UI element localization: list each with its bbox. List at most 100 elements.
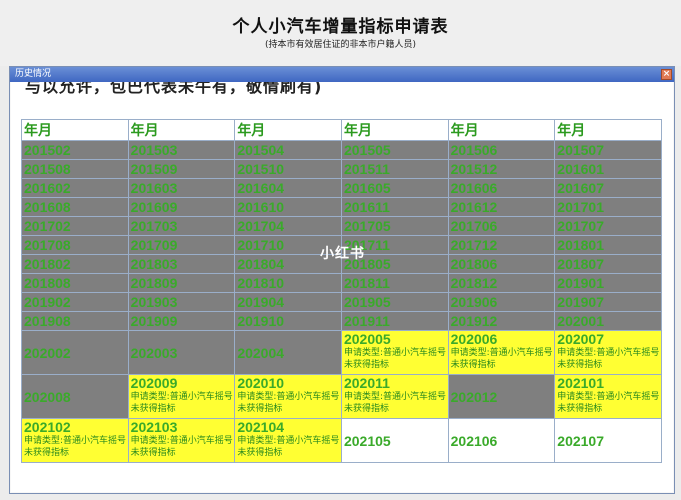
month-cell: 201702 xyxy=(21,216,129,236)
month-cell: 201802 xyxy=(21,254,129,274)
month-cell: 201607 xyxy=(554,178,662,198)
application-type: 申请类型:普通小汽车摇号 xyxy=(24,436,127,446)
month-label: 202106 xyxy=(450,432,498,449)
month-cell: 202012 xyxy=(447,374,556,419)
application-type: 申请类型:普通小汽车摇号 xyxy=(343,392,447,402)
table-row: 201702 201703 201704 201705 201706 201707 xyxy=(21,216,662,236)
month-cell: 202010 申请类型:普通小汽车摇号 未获得指标 xyxy=(234,374,342,419)
month-label: 202102 xyxy=(24,419,71,436)
month-label: 202009 xyxy=(130,375,178,392)
month-cell: 201605 xyxy=(340,178,449,198)
table-row: 201902 201903 201904 201905 201906 201907 xyxy=(21,292,662,312)
month-cell: 202104 申请类型:普通小汽车摇号 未获得指标 xyxy=(234,418,342,463)
month-cell: 201907 xyxy=(554,292,662,312)
application-type: 申请类型:普通小汽车摇号 xyxy=(237,436,340,446)
month-cell: 201510 xyxy=(234,159,342,179)
table-row: 201808 201809 201810 201811 201812 201901 xyxy=(21,273,662,293)
month-cell: 202001 xyxy=(554,311,662,331)
month-cell: 202008 xyxy=(21,374,129,419)
column-header: 年月 xyxy=(21,119,129,141)
month-cell: 201606 xyxy=(447,178,556,198)
month-cell: 201502 xyxy=(21,140,129,160)
month-cell: 201906 xyxy=(447,292,556,312)
month-cell: 202006 申请类型:普通小汽车摇号 未获得指标 xyxy=(447,330,556,375)
month-label: 202010 xyxy=(237,375,285,392)
month-label: 202008 xyxy=(24,388,71,405)
month-cell: 201911 xyxy=(340,311,449,331)
page-title: 个人小汽车增量指标申请表 xyxy=(232,17,449,37)
month-cell: 202004 xyxy=(234,330,342,375)
column-header: 年月 xyxy=(127,119,236,141)
dialog-content: 与以允许，包巴代表未牛有，敬情刷有) 年月 年月 年月 年月 年月 年月 201502 201… xyxy=(11,82,673,492)
table-row: 202008 202009 申请类型:普通小汽车摇号 未获得指标 202010 申请类型:… xyxy=(21,374,662,419)
table-header-row: 年月 年月 年月 年月 年月 年月 xyxy=(21,119,662,141)
close-button[interactable]: × xyxy=(661,69,672,80)
month-cell: 201812 xyxy=(447,273,556,293)
document-header: 个人小汽车增量指标申请表 (持本市有效居住证的非本市户籍人员) xyxy=(0,0,681,66)
application-type: 申请类型:普通小汽车摇号 xyxy=(237,392,340,402)
result-status: 未获得指标 xyxy=(24,448,70,458)
month-label: 202002 xyxy=(24,344,71,361)
month-cell: 201610 xyxy=(234,197,342,217)
month-cell: 201506 xyxy=(447,140,556,160)
month-cell: 201709 xyxy=(127,235,236,255)
month-label: 202006 xyxy=(450,331,498,348)
month-cell: 202009 申请类型:普通小汽车摇号 未获得指标 xyxy=(127,374,236,419)
result-status: 未获得指标 xyxy=(237,448,283,458)
month-label: 202011 xyxy=(343,375,390,392)
table-row: 201908 201909 201910 201911 201912 202001 xyxy=(21,311,662,331)
month-cell: 202101 申请类型:普通小汽车摇号 未获得指标 xyxy=(554,374,662,419)
result-status: 未获得指标 xyxy=(130,404,176,414)
page-subtitle: (持本市有效居住证的非本市户籍人员) xyxy=(264,40,417,50)
month-cell: 201505 xyxy=(340,140,449,160)
month-cell: 201509 xyxy=(127,159,236,179)
month-cell: 201902 xyxy=(21,292,129,312)
month-cell: 201603 xyxy=(127,178,236,198)
month-cell: 201504 xyxy=(234,140,342,160)
result-status: 未获得指标 xyxy=(343,404,389,414)
month-cell: 202007 申请类型:普通小汽车摇号 未获得指标 xyxy=(554,330,662,375)
month-cell: 201910 xyxy=(234,311,342,331)
month-cell: 201701 xyxy=(554,197,662,217)
month-cell: 202107 xyxy=(554,418,662,463)
table-row: 202002 202003 202004 202005 申请类型:普通小汽车摇号 未获得指… xyxy=(21,330,662,375)
result-status: 未获得指标 xyxy=(450,360,496,370)
month-cell: 201712 xyxy=(447,235,556,255)
month-cell: 201601 xyxy=(554,159,662,179)
month-cell: 202003 xyxy=(127,330,236,375)
result-status: 未获得指标 xyxy=(557,404,603,414)
application-type: 申请类型:普通小汽车摇号 xyxy=(130,436,233,446)
result-status: 未获得指标 xyxy=(557,360,603,370)
table-row: 201602 201603 201604 201605 201606 201607 xyxy=(21,178,662,198)
month-cell: 202106 xyxy=(447,418,556,463)
month-cell: 201612 xyxy=(447,197,556,217)
application-type: 申请类型:普通小汽车摇号 xyxy=(557,348,660,358)
history-table: 年月 年月 年月 年月 年月 年月 201502 201503 201504 201505 2015… xyxy=(21,119,662,463)
month-label: 202101 xyxy=(557,375,604,392)
month-cell: 201905 xyxy=(340,292,449,312)
month-cell: 201704 xyxy=(234,216,342,236)
column-header: 年月 xyxy=(554,119,662,141)
result-status: 未获得指标 xyxy=(130,448,176,458)
close-icon: × xyxy=(662,69,671,79)
month-cell: 202005 申请类型:普通小汽车摇号 未获得指标 xyxy=(340,330,449,375)
month-label: 202104 xyxy=(237,419,285,436)
month-cell: 201807 xyxy=(554,254,662,274)
month-cell: 201604 xyxy=(234,178,342,198)
month-label: 202007 xyxy=(557,331,604,348)
dialog-title: 历史情况 xyxy=(15,69,52,79)
scrolled-notice-text: 与以允许，包巴代表未牛有，敬情刷有) xyxy=(25,82,323,96)
month-cell: 201803 xyxy=(127,254,236,274)
result-status: 未获得指标 xyxy=(237,404,283,414)
month-cell: 201909 xyxy=(127,311,236,331)
month-cell: 202102 申请类型:普通小汽车摇号 未获得指标 xyxy=(21,418,129,463)
month-cell: 201708 xyxy=(21,235,129,255)
dialog-titlebar[interactable]: 历史情况 × xyxy=(10,67,674,82)
month-cell: 201609 xyxy=(127,197,236,217)
month-cell: 201503 xyxy=(127,140,236,160)
month-cell: 202011 申请类型:普通小汽车摇号 未获得指标 xyxy=(340,374,449,419)
month-label: 202103 xyxy=(130,419,178,436)
table-row: 201608 201609 201610 201611 201612 201701 xyxy=(21,197,662,217)
application-type: 申请类型:普通小汽车摇号 xyxy=(557,392,660,402)
month-cell: 201808 xyxy=(21,273,129,293)
